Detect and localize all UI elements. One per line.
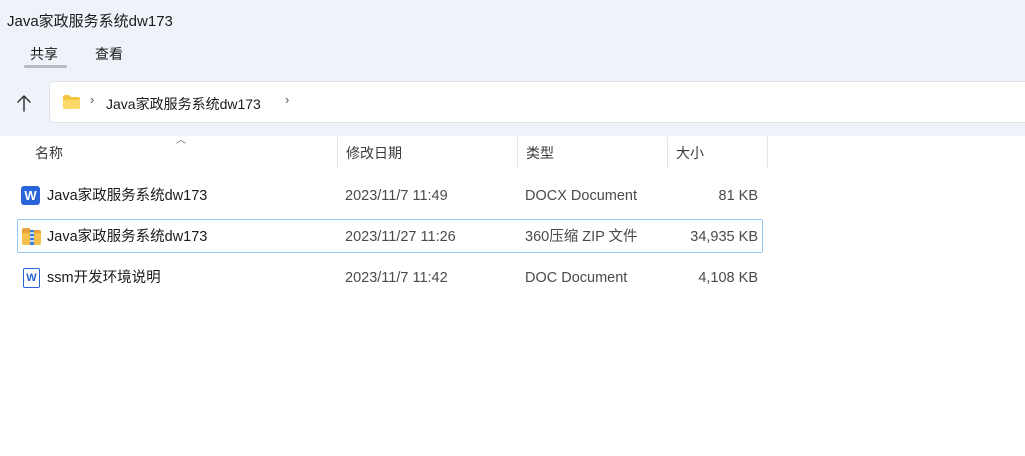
file-type: DOC Document xyxy=(525,270,628,286)
breadcrumb-chevron-icon[interactable]: › xyxy=(90,92,94,107)
word-doc-icon: W xyxy=(21,268,40,288)
file-size: 34,935 KB xyxy=(690,229,758,245)
active-tab-indicator xyxy=(24,65,67,68)
breadcrumb-folder[interactable]: Java家政服务系统dw173 xyxy=(106,94,261,114)
column-header-size[interactable]: 大小 xyxy=(668,137,768,169)
column-header-type[interactable]: 类型 xyxy=(518,137,668,169)
file-name: Java家政服务系统dw173 xyxy=(47,188,208,204)
file-type: 360压缩 ZIP 文件 xyxy=(525,229,638,245)
breadcrumb-chevron-icon[interactable]: › xyxy=(285,92,289,107)
file-size: 81 KB xyxy=(718,188,759,204)
title-and-toolbar-pane: Java家政服务系统dw173 共享 查看 › Java家政服务系统dw173 … xyxy=(0,0,1025,136)
file-type: DOCX Document xyxy=(525,188,638,204)
column-header-name[interactable]: 名称 xyxy=(27,137,338,169)
word-docx-icon: W xyxy=(21,186,40,205)
file-date: 2023/11/27 11:26 xyxy=(345,229,456,245)
tab-share[interactable]: 共享 xyxy=(30,44,58,64)
column-header-date[interactable]: 修改日期 xyxy=(338,137,518,169)
file-row-selected[interactable]: Java家政服务系统dw173 2023/11/27 11:26 360压缩 Z… xyxy=(17,219,763,253)
zip-archive-icon xyxy=(21,227,42,249)
file-size: 4,108 KB xyxy=(698,270,758,286)
column-header-row: ︿ 名称 修改日期 类型 大小 xyxy=(0,135,768,169)
tab-view[interactable]: 查看 xyxy=(95,44,123,64)
file-name: Java家政服务系统dw173 xyxy=(47,229,208,245)
file-row[interactable]: W ssm开发环境说明 2023/11/7 11:42 DOC Document… xyxy=(17,260,763,294)
folder-icon xyxy=(62,94,81,113)
up-button[interactable] xyxy=(10,90,38,116)
address-bar[interactable]: › Java家政服务系统dw173 › xyxy=(49,81,1025,123)
window-title: Java家政服务系统dw173 xyxy=(7,13,173,30)
arrow-up-icon xyxy=(17,95,31,112)
file-name: ssm开发环境说明 xyxy=(47,270,161,286)
file-row[interactable]: W Java家政服务系统dw173 2023/11/7 11:49 DOCX D… xyxy=(17,178,763,212)
file-date: 2023/11/7 11:42 xyxy=(345,270,448,286)
file-date: 2023/11/7 11:49 xyxy=(345,188,448,204)
